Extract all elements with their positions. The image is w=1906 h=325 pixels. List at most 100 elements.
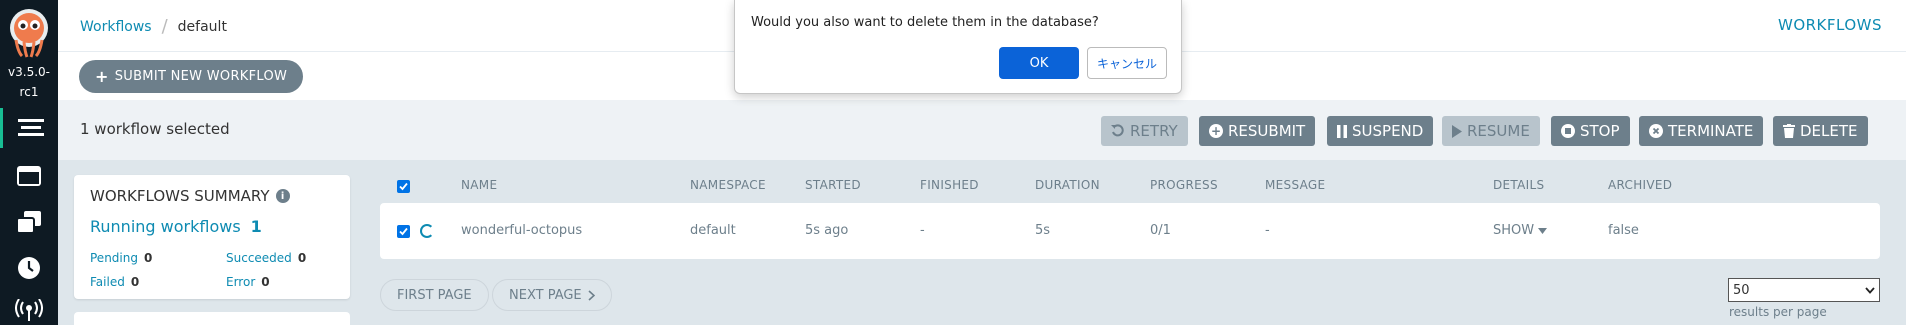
check-icon xyxy=(399,182,408,191)
results-per-page-value: 50 xyxy=(1733,282,1750,298)
terminate-label: TERMINATE xyxy=(1668,122,1754,140)
breadcrumb: Workflows / default xyxy=(80,16,227,37)
breadcrumb-separator: / xyxy=(161,16,168,37)
succeeded-stat[interactable]: Succeeded 0 xyxy=(226,251,306,265)
col-namespace: NAMESPACE xyxy=(690,178,766,192)
row-checkbox[interactable] xyxy=(397,225,410,238)
row-archived: false xyxy=(1608,223,1639,238)
breadcrumb-current: default xyxy=(177,18,227,35)
row-started: 5s ago xyxy=(805,223,849,238)
terminate-button[interactable]: TERMINATE xyxy=(1639,116,1764,146)
error-label: Error xyxy=(226,275,256,289)
failed-count: 0 xyxy=(130,275,140,289)
first-page-label: FIRST PAGE xyxy=(397,287,472,303)
submit-label: SUBMIT NEW WORKFLOW xyxy=(114,69,288,84)
caret-down-icon xyxy=(1538,227,1548,234)
delete-label: DELETE xyxy=(1800,122,1858,140)
results-per-page-select[interactable]: 50 xyxy=(1728,278,1880,302)
selection-count: 1 workflow selected xyxy=(80,120,230,138)
resubmit-button[interactable]: + RESUBMIT xyxy=(1199,116,1316,146)
trash-icon xyxy=(1783,124,1795,138)
sidebar: v3.5.0-rc1 xyxy=(0,0,58,325)
secondary-panel xyxy=(74,312,350,325)
delete-button[interactable]: DELETE xyxy=(1773,116,1868,146)
results-per-page-label: results per page xyxy=(1729,305,1827,319)
col-archived: ARCHIVED xyxy=(1608,178,1673,192)
pause-icon xyxy=(1337,124,1347,138)
workflows-icon xyxy=(17,119,44,136)
resume-button[interactable]: RESUME xyxy=(1442,116,1540,146)
argo-logo[interactable] xyxy=(8,8,50,58)
pending-stat[interactable]: Pending 0 xyxy=(90,251,152,265)
row-message: - xyxy=(1265,223,1270,238)
plus-icon: + xyxy=(95,67,109,86)
stop-label: STOP xyxy=(1580,122,1620,140)
stop-button[interactable]: STOP xyxy=(1551,116,1630,146)
nav-event-sources[interactable] xyxy=(0,290,58,325)
chevron-right-icon xyxy=(588,289,595,301)
nav-cron-workflows[interactable] xyxy=(0,248,58,288)
col-duration: DURATION xyxy=(1035,178,1100,192)
col-details: DETAILS xyxy=(1493,178,1545,192)
clock-icon xyxy=(18,257,40,279)
row-duration: 5s xyxy=(1035,223,1051,238)
submit-new-workflow-button[interactable]: + SUBMIT NEW WORKFLOW xyxy=(79,60,304,93)
col-finished: FINISHED xyxy=(920,178,979,192)
row-progress: 0/1 xyxy=(1150,223,1171,238)
check-icon xyxy=(399,227,408,236)
breadcrumb-workflows-link[interactable]: Workflows xyxy=(80,19,152,35)
broadcast-icon xyxy=(15,299,43,321)
succeeded-label: Succeeded xyxy=(226,251,292,265)
suspend-button[interactable]: SUSPEND xyxy=(1327,116,1434,146)
retry-button[interactable]: RETRY xyxy=(1101,116,1188,146)
failed-stat[interactable]: Failed 0 xyxy=(90,275,139,289)
stop-circle-icon xyxy=(1561,124,1575,138)
nav-workflow-templates[interactable] xyxy=(0,156,58,196)
suspend-label: SUSPEND xyxy=(1352,122,1424,140)
page-title: WORKFLOWS xyxy=(1777,16,1882,34)
dialog-message: Would you also want to delete them in th… xyxy=(751,15,1099,30)
first-page-button[interactable]: FIRST PAGE xyxy=(380,279,489,311)
retry-label: RETRY xyxy=(1130,122,1178,140)
succeeded-count: 0 xyxy=(297,251,307,265)
col-message: MESSAGE xyxy=(1265,178,1326,192)
chevron-down-icon xyxy=(1865,286,1875,294)
failed-label: Failed xyxy=(90,275,125,289)
nav-cluster-templates[interactable] xyxy=(0,202,58,242)
summary-title: WORKFLOWS SUMMARY i xyxy=(90,187,290,205)
resume-label: RESUME xyxy=(1467,122,1530,140)
error-count: 0 xyxy=(261,275,270,289)
table-row[interactable]: wonderful-octopus default 5s ago - 5s 0/… xyxy=(380,203,1880,259)
table-header: NAME NAMESPACE STARTED FINISHED DURATION… xyxy=(380,172,1880,200)
workflows-summary-panel: WORKFLOWS SUMMARY i Running workflows 1 P… xyxy=(74,175,350,299)
nav-workflows[interactable] xyxy=(0,108,58,148)
dialog-ok-button[interactable]: OK xyxy=(999,47,1079,79)
info-icon[interactable]: i xyxy=(275,189,290,203)
workflow-action-toolbar: 1 workflow selected RETRY + RESUBMIT SUS… xyxy=(58,100,1906,160)
pending-label: Pending xyxy=(90,251,138,265)
retry-icon xyxy=(1111,124,1124,137)
play-icon xyxy=(1452,124,1462,138)
select-all-checkbox[interactable] xyxy=(397,180,410,193)
clone-icon xyxy=(16,211,41,234)
running-status-icon xyxy=(420,224,434,238)
next-page-button[interactable]: NEXT PAGE xyxy=(492,279,612,311)
details-label: SHOW xyxy=(1493,223,1535,238)
running-workflows[interactable]: Running workflows 1 xyxy=(90,217,262,236)
window-icon xyxy=(17,166,41,186)
col-progress: PROGRESS xyxy=(1150,178,1218,192)
times-circle-icon xyxy=(1649,124,1663,138)
col-started: STARTED xyxy=(805,178,861,192)
row-name[interactable]: wonderful-octopus xyxy=(461,223,582,238)
next-page-label: NEXT PAGE xyxy=(509,287,582,303)
dialog-cancel-button[interactable]: キャンセル xyxy=(1087,47,1167,79)
resubmit-label: RESUBMIT xyxy=(1228,122,1306,140)
plus-circle-icon: + xyxy=(1209,124,1223,138)
pending-count: 0 xyxy=(143,251,153,265)
row-details-toggle[interactable]: SHOW xyxy=(1493,223,1548,238)
summary-title-text: WORKFLOWS SUMMARY xyxy=(90,187,270,205)
confirm-dialog: Would you also want to delete them in th… xyxy=(734,0,1182,94)
row-finished: - xyxy=(920,223,925,238)
row-namespace: default xyxy=(690,223,736,238)
error-stat[interactable]: Error 0 xyxy=(226,275,270,289)
